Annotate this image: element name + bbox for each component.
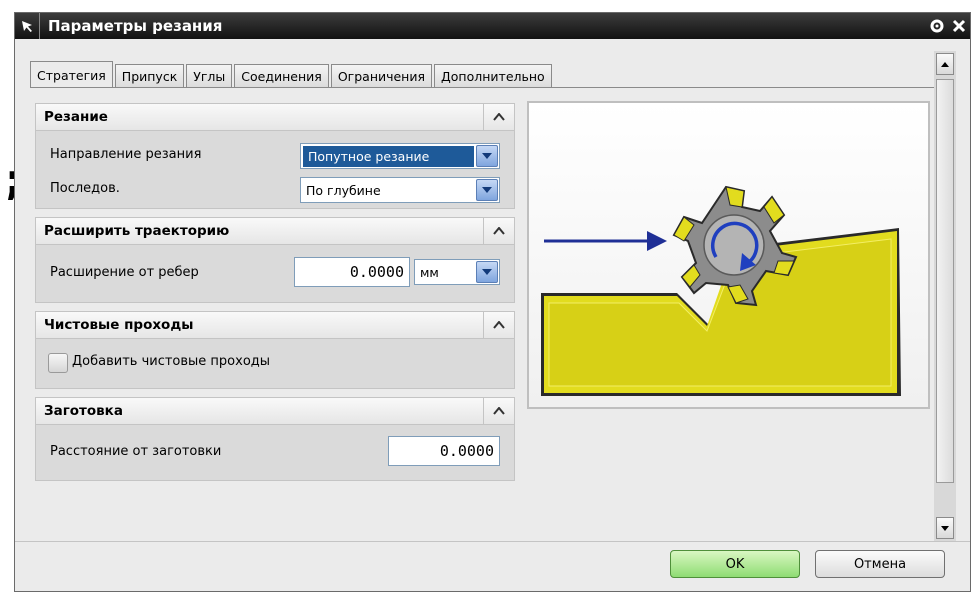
settings-panel: Резание Направление резания Попутное рез… [35,103,515,481]
ok-button[interactable]: OK [670,550,800,578]
add-finish-checkbox[interactable] [48,353,68,373]
tab-connections[interactable]: Соединения [234,64,329,87]
group-title-blank: Заготовка [44,403,123,419]
collapse-chevron-up-icon[interactable] [483,398,514,424]
blank-distance-input[interactable]: 0.0000 [388,436,500,466]
unit-select[interactable]: мм [414,259,500,285]
cut-direction-select[interactable]: Попутное резание [300,143,500,169]
group-body-extend: Расширение от ребер 0.0000 мм [35,245,515,303]
group-title-finish: Чистовые проходы [44,317,194,333]
sequence-label: Последов. [50,181,120,196]
group-header-blank[interactable]: Заготовка [35,397,515,425]
collapse-chevron-up-icon[interactable] [483,218,514,244]
group-title-cutting: Резание [44,109,108,125]
settings-gear-icon[interactable] [926,13,948,39]
group-body-cutting: Направление резания Попутное резание Пос… [35,131,515,209]
climb-milling-preview-image [527,101,930,409]
group-title-extend: Расширить траекторию [44,223,230,239]
sequence-select[interactable]: По глубине [300,177,500,203]
tab-angles[interactable]: Углы [186,64,233,87]
cut-direction-value: Попутное резание [302,144,475,168]
footer-divider [15,541,970,542]
sequence-value: По глубине [306,182,381,198]
tab-limits[interactable]: Ограничения [330,64,433,87]
group-header-extend[interactable]: Расширить траекторию [35,217,515,245]
close-icon[interactable] [948,13,970,39]
chevron-down-icon [476,179,498,201]
dialog-window: Параметры резания Стратегия Припуск Углы… [14,12,971,592]
edge-extension-input[interactable]: 0.0000 [294,257,410,287]
blank-distance-label: Расстояние от заготовки [50,444,222,459]
tab-divider [30,87,935,88]
tab-allowance[interactable]: Припуск [114,64,185,87]
window-title: Параметры резания [48,17,223,35]
tab-strategy[interactable]: Стратегия [30,61,113,88]
unit-value: мм [420,264,439,280]
cut-direction-label: Направление резания [50,147,202,162]
tab-strip: Стратегия Припуск Углы Соединения Ограни… [30,61,554,88]
group-header-finish[interactable]: Чистовые проходы [35,311,515,339]
chevron-down-icon [476,261,498,283]
cancel-button[interactable]: Отмена [815,550,945,578]
title-bar[interactable]: Параметры резания [15,13,970,39]
chevron-down-icon [476,145,498,167]
group-body-blank: Расстояние от заготовки 0.0000 [35,425,515,481]
collapse-chevron-up-icon[interactable] [483,312,514,338]
scroll-down-arrow-icon[interactable] [936,517,954,539]
group-header-cutting[interactable]: Резание [35,103,515,131]
cursor-arrow-icon [15,13,40,39]
tab-advanced[interactable]: Дополнительно [434,64,552,87]
vertical-scrollbar[interactable] [934,51,956,541]
scrollbar-thumb[interactable] [936,79,954,483]
add-finish-label: Добавить чистовые проходы [72,354,271,369]
group-body-finish: Добавить чистовые проходы [35,339,515,389]
scroll-up-arrow-icon[interactable] [936,53,954,75]
collapse-chevron-up-icon[interactable] [483,104,514,130]
edge-extension-label: Расширение от ребер [50,265,199,280]
